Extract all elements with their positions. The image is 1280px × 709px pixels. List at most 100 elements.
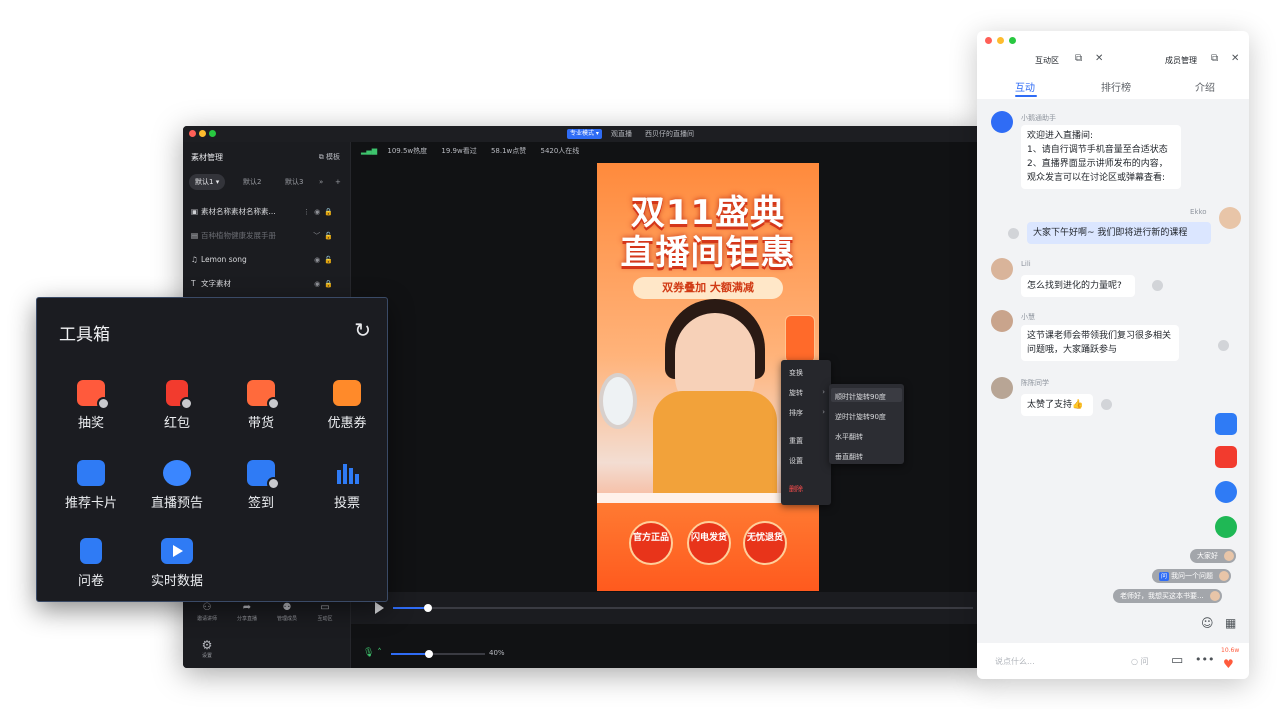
maximize-window-dot[interactable]: [209, 130, 216, 137]
badge-official: 官方正品: [629, 521, 673, 565]
volume-handle[interactable]: [424, 650, 433, 658]
play-icon[interactable]: [375, 602, 384, 614]
popout-icon[interactable]: ⧉: [1211, 53, 1218, 64]
rotate-counterclockwise[interactable]: 逆时针旋转90度: [835, 412, 886, 422]
menu-transform[interactable]: 变换: [789, 368, 803, 378]
add-scene-icon[interactable]: +: [329, 174, 347, 190]
mode-selector[interactable]: 专业模式 ▾: [567, 129, 602, 139]
shopping-bag-badge: [267, 397, 280, 410]
scene-tab-1-label: 默认1: [195, 178, 214, 186]
item-tools[interactable]: ﹀🔓: [313, 228, 337, 244]
toolbox-panel: 工具箱 ↻ 抽奖 红包 带货 优惠券 推荐卡片 直播预告 签到 投票 问卷 实时…: [36, 297, 388, 602]
close-window-dot[interactable]: [985, 37, 992, 44]
close-icon[interactable]: ✕: [1231, 53, 1239, 64]
tab-intro[interactable]: 介绍: [1195, 79, 1215, 94]
lottery-badge: [97, 397, 110, 410]
close-window-dot[interactable]: [189, 130, 196, 137]
material-item[interactable]: ♫ Lemon song ◉🔓: [191, 252, 343, 268]
tool-sell-goods[interactable]: 带货: [219, 380, 303, 431]
red-packet-icon: [166, 380, 193, 410]
tool-recommend-card-label: 推荐卡片: [64, 496, 117, 511]
refresh-icon[interactable]: ↻: [354, 318, 371, 342]
material-item[interactable]: ▣ 素材名称素材名称素... ⋮◉🔒: [191, 204, 343, 220]
volume-track[interactable]: [391, 650, 485, 658]
minimize-window-dot[interactable]: [997, 37, 1004, 44]
retry-icon[interactable]: [1218, 340, 1229, 351]
flip-vertical[interactable]: 垂直翻转: [835, 452, 863, 462]
ask-toggle[interactable]: ○ 问: [1131, 656, 1149, 667]
like-icon[interactable]: ♥: [1223, 657, 1234, 671]
material-item[interactable]: ▤ 百种植物健康发展手册 ﹀🔓: [191, 228, 343, 244]
play-glyph-svg: [173, 545, 183, 557]
menu-delete[interactable]: 删除: [789, 484, 803, 494]
tool-live-preview[interactable]: 直播预告: [135, 460, 219, 511]
retry-icon[interactable]: [1008, 228, 1019, 239]
scene-tabs: 默认1 ▾ 默认2 默认3 » +: [189, 174, 345, 190]
item-tools[interactable]: ⋮◉🔒: [303, 204, 337, 220]
active-tab-indicator: [1015, 95, 1037, 97]
item-tools[interactable]: ◉🔓: [314, 252, 337, 268]
share-live-button[interactable]: ➦ 分享直播: [229, 601, 265, 622]
more-tabs-icon[interactable]: »: [313, 174, 329, 190]
scene-tab-1[interactable]: 默认1 ▾: [189, 174, 226, 190]
floating-comment: 老师好，我想买这本书要...: [1113, 589, 1222, 603]
questionnaire-icon: [80, 538, 102, 564]
scene-tab-3[interactable]: 默认3: [279, 174, 309, 190]
red-packet-badge: [180, 397, 193, 410]
menu-reset[interactable]: 重置: [789, 436, 803, 446]
reward-icon[interactable]: [1215, 481, 1237, 503]
red-packet-icon[interactable]: [1215, 446, 1237, 468]
tab-ranking[interactable]: 排行榜: [1101, 79, 1131, 94]
menu-rotate[interactable]: 旋转: [789, 388, 803, 398]
playback-progress-handle[interactable]: [423, 604, 432, 612]
scene-tab-2[interactable]: 默认2: [237, 174, 267, 190]
menu-settings[interactable]: 设置: [789, 456, 803, 466]
chat-input[interactable]: 说点什么...: [995, 656, 1035, 667]
more-icon[interactable]: •••: [1195, 653, 1214, 666]
stat-likes: 58.1w点赞: [490, 147, 527, 155]
flip-horizontal[interactable]: 水平翻转: [835, 432, 863, 442]
user-avatar: [1209, 591, 1220, 601]
sender-name: Lili: [1021, 260, 1031, 268]
tool-vote[interactable]: 投票: [305, 460, 389, 511]
image-upload-icon[interactable]: ▭: [1171, 653, 1183, 668]
nav-room-name[interactable]: 西贝仔的直播间: [645, 129, 694, 139]
close-icon[interactable]: ✕: [1095, 53, 1103, 64]
floating-comment-text: 大家好: [1197, 552, 1218, 560]
share-live-label: 分享直播: [236, 616, 257, 622]
template-button[interactable]: ⧉ 模板: [319, 152, 340, 162]
settings-label: 设置: [201, 653, 212, 659]
calendar-icon[interactable]: ▦: [1225, 616, 1236, 630]
maximize-window-dot[interactable]: [1009, 37, 1016, 44]
interaction-area-button[interactable]: ▭ 互动区: [307, 601, 343, 622]
tool-recommend-card[interactable]: 推荐卡片: [49, 460, 133, 511]
tool-questionnaire[interactable]: 问卷: [49, 538, 133, 589]
tool-coupon[interactable]: 优惠券: [305, 380, 389, 431]
playback-progress-track[interactable]: [393, 604, 973, 612]
minimize-window-dot[interactable]: [199, 130, 206, 137]
retry-icon[interactable]: [1101, 399, 1112, 410]
user-avatar: [1219, 571, 1230, 581]
settings-button[interactable]: ⚙ 设置: [197, 638, 217, 659]
item-tools[interactable]: ◉🔒: [314, 276, 337, 292]
menu-order[interactable]: 排序: [789, 408, 803, 418]
wechat-icon[interactable]: [1215, 516, 1237, 538]
microphone-icon[interactable]: 🎙︎ ˄: [363, 648, 382, 658]
popout-icon[interactable]: ⧉: [1075, 53, 1082, 64]
tool-checkin-label: 签到: [247, 496, 274, 511]
tool-checkin[interactable]: 签到: [219, 460, 303, 511]
manage-members-button[interactable]: ⚉ 管理成员: [269, 601, 305, 622]
emoji-icon[interactable]: ☺: [1201, 616, 1214, 630]
live-schedule-icon[interactable]: [1215, 413, 1237, 435]
invite-lecturer-button[interactable]: ⚇ 邀请讲师: [189, 601, 225, 622]
tab-interaction[interactable]: 互动: [1015, 79, 1035, 94]
tool-realtime-data[interactable]: 实时数据: [135, 538, 219, 589]
nav-watch-live[interactable]: 观直播: [611, 129, 632, 139]
rotate-clockwise[interactable]: 顺时针旋转90度: [835, 392, 886, 402]
retry-icon[interactable]: [1152, 280, 1163, 291]
member-management-title: 成员管理: [1165, 56, 1197, 65]
material-item[interactable]: T 文字素材 ◉🔒: [191, 276, 343, 292]
members-icon: ⚉: [282, 602, 292, 613]
tool-lottery[interactable]: 抽奖: [49, 380, 133, 431]
tool-red-packet[interactable]: 红包: [135, 380, 219, 431]
